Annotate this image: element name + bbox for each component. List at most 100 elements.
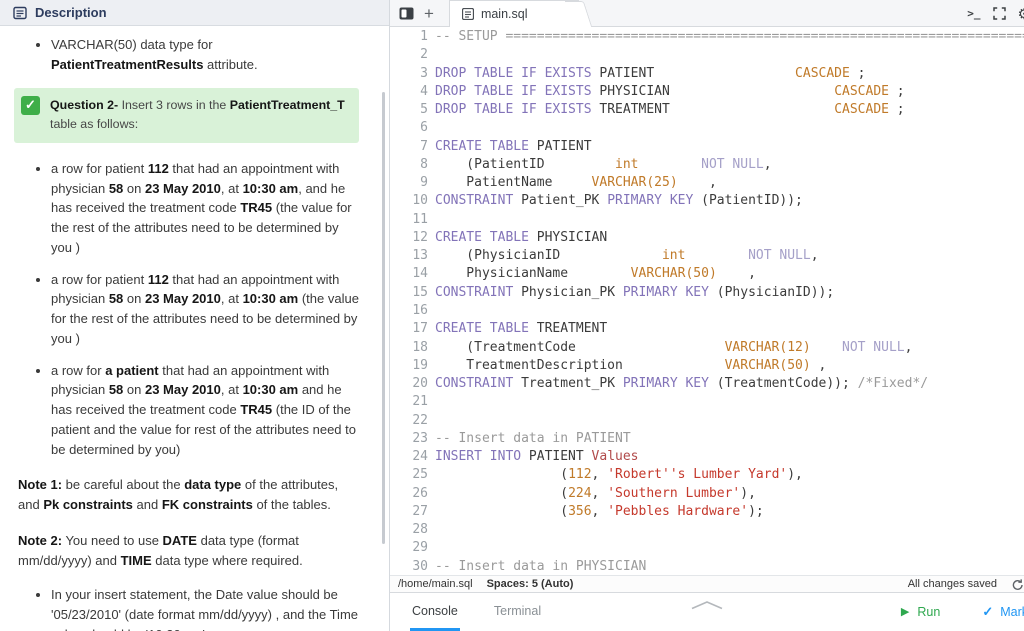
- tab-terminal[interactable]: Terminal: [492, 593, 543, 631]
- code-line[interactable]: 15 CONSTRAINT Physician_PK PRIMARY KEY (P…: [390, 284, 1024, 302]
- editor-status-bar: /home/main.sql Spaces: 5 (Auto) All chan…: [390, 575, 1024, 592]
- code-line[interactable]: 13 (PhysicianID int NOT NULL,: [390, 247, 1024, 265]
- code-line[interactable]: 22: [390, 412, 1024, 430]
- line-number: 17: [412, 321, 428, 337]
- list-item: VARCHAR(50) data type for PatientTreatme…: [51, 35, 359, 75]
- code-line[interactable]: 8 (PatientID int NOT NULL,: [390, 156, 1024, 174]
- question-box: ✓ Question 2- Insert 3 rows in the Patie…: [14, 87, 359, 143]
- tab-console[interactable]: Console: [410, 593, 460, 631]
- save-status: All changes saved: [907, 578, 997, 590]
- code-line[interactable]: 2: [390, 46, 1024, 64]
- line-number: 1: [420, 29, 428, 44]
- new-tab-button[interactable]: +: [424, 5, 434, 22]
- code-line[interactable]: 29: [390, 539, 1024, 557]
- list-item: a row for a patient that had an appointm…: [51, 361, 359, 460]
- code-line[interactable]: 1 -- SETUP ==============================…: [390, 28, 1024, 46]
- code-text: (224, 'Southern Lumber'),: [435, 485, 756, 501]
- code-text: (PhysicianID int NOT NULL,: [435, 248, 819, 264]
- code-text: PatientName VARCHAR(25) ,: [435, 175, 717, 191]
- line-number: 19: [412, 357, 428, 373]
- code-line[interactable]: 17 CREATE TABLE TREATMENT: [390, 320, 1024, 338]
- intro-bullet-list: VARCHAR(50) data type for PatientTreatme…: [18, 35, 359, 75]
- line-number: 22: [412, 412, 428, 428]
- code-text: -- SETUP ===============================…: [435, 29, 1024, 44]
- line-number: 7: [420, 138, 428, 154]
- question-text: Question 2- Insert 3 rows in the Patient…: [50, 97, 345, 131]
- note-2: Note 2: You need to use DATE data type (…: [18, 532, 303, 568]
- description-panel: Description VARCHAR(50) data type for Pa…: [0, 0, 390, 631]
- check-icon: ✓: [982, 604, 994, 619]
- code-line[interactable]: 5 DROP TABLE IF EXISTS TREATMENT CASCADE …: [390, 101, 1024, 119]
- code-text: CONSTRAINT Patient_PK PRIMARY KEY (Patie…: [435, 193, 803, 209]
- code-line[interactable]: 12 CREATE TABLE PHYSICIAN: [390, 229, 1024, 247]
- list-item: a row for patient 112 that had an appoin…: [51, 270, 359, 349]
- code-line[interactable]: 21: [390, 393, 1024, 411]
- note-1: Note 1: be careful about the data type o…: [18, 477, 339, 513]
- line-number: 15: [412, 284, 428, 300]
- line-number: 30: [412, 558, 428, 574]
- code-text: CONSTRAINT Physician_PK PRIMARY KEY (Phy…: [435, 284, 835, 300]
- code-line[interactable]: 18 (TreatmentCode VARCHAR(12) NOT NULL,: [390, 339, 1024, 357]
- code-line[interactable]: 7 CREATE TABLE PATIENT: [390, 138, 1024, 156]
- code-text: CREATE TABLE TREATMENT: [435, 321, 608, 337]
- code-line[interactable]: 26 (224, 'Southern Lumber'),: [390, 485, 1024, 503]
- app-window: Description VARCHAR(50) data type for Pa…: [0, 0, 1024, 631]
- code-line[interactable]: 16: [390, 302, 1024, 320]
- line-number: 26: [412, 485, 428, 501]
- description-title: Description: [35, 5, 107, 20]
- code-line[interactable]: 14 PhysicianName VARCHAR(50) ,: [390, 265, 1024, 283]
- code-text: (TreatmentCode VARCHAR(12) NOT NULL,: [435, 339, 913, 355]
- code-editor[interactable]: 1 -- SETUP ==============================…: [390, 27, 1024, 575]
- file-tree-icon[interactable]: [399, 7, 414, 20]
- code-text: -- Insert data in PATIENT: [435, 430, 631, 446]
- collapse-panel-icon[interactable]: [690, 597, 724, 615]
- code-text: DROP TABLE IF EXISTS PHYSICIAN CASCADE ;: [435, 83, 905, 99]
- tab-main-sql[interactable]: main.sql: [448, 0, 580, 27]
- indent-setting[interactable]: Spaces: 5 (Auto): [487, 578, 574, 590]
- settings-gear-icon[interactable]: ⚙: [1018, 5, 1024, 23]
- play-icon: ▶: [900, 605, 910, 618]
- mark-button[interactable]: ✓ Mark: [982, 593, 1024, 631]
- code-line[interactable]: 19 TreatmentDescription VARCHAR(50) ,: [390, 357, 1024, 375]
- code-line[interactable]: 24 INSERT INTO PATIENT Values: [390, 448, 1024, 466]
- line-number: 11: [412, 211, 428, 227]
- code-line[interactable]: 9 PatientName VARCHAR(25) ,: [390, 174, 1024, 192]
- line-number: 16: [412, 302, 428, 318]
- code-line[interactable]: 30 -- Insert data in PHYSICIAN: [390, 558, 1024, 575]
- description-doc-icon: [13, 6, 27, 20]
- mark-label: Mark: [1000, 605, 1024, 619]
- run-button[interactable]: ▶ Run: [901, 593, 940, 631]
- code-line[interactable]: 10 CONSTRAINT Patient_PK PRIMARY KEY (Pat…: [390, 192, 1024, 210]
- line-number: 9: [420, 175, 428, 191]
- description-body: VARCHAR(50) data type for PatientTreatme…: [0, 26, 389, 631]
- open-terminal-icon[interactable]: >_: [967, 7, 980, 20]
- line-number: 25: [412, 467, 428, 483]
- code-text: (112, 'Robert''s Lumber Yard'),: [435, 467, 803, 483]
- line-number: 6: [420, 120, 428, 136]
- code-line[interactable]: 27 (356, 'Pebbles Hardware');: [390, 503, 1024, 521]
- fullscreen-icon[interactable]: [992, 7, 1006, 20]
- list-item: In your insert statement, the Date value…: [51, 585, 359, 631]
- code-text: TreatmentDescription VARCHAR(50) ,: [435, 357, 827, 373]
- code-text: CONSTRAINT Treatment_PK PRIMARY KEY (Tre…: [435, 376, 929, 392]
- editor-tab-bar: + main.sql >_ ⚙: [390, 0, 1024, 27]
- scrollbar-thumb[interactable]: [382, 92, 385, 544]
- editor-panel: + main.sql >_ ⚙ 1 -- SETUP ==============…: [390, 0, 1024, 631]
- line-number: 23: [412, 430, 428, 446]
- code-line[interactable]: 4 DROP TABLE IF EXISTS PHYSICIAN CASCADE …: [390, 83, 1024, 101]
- line-number: 10: [412, 193, 428, 209]
- code-text: CREATE TABLE PATIENT: [435, 138, 592, 154]
- line-number: 24: [412, 449, 428, 465]
- code-line[interactable]: 20 CONSTRAINT Treatment_PK PRIMARY KEY (T…: [390, 375, 1024, 393]
- code-line[interactable]: 23 -- Insert data in PATIENT: [390, 430, 1024, 448]
- code-line[interactable]: 11: [390, 211, 1024, 229]
- code-line[interactable]: 25 (112, 'Robert''s Lumber Yard'),: [390, 466, 1024, 484]
- code-line[interactable]: 3 DROP TABLE IF EXISTS PATIENT CASCADE ;: [390, 65, 1024, 83]
- code-line[interactable]: 28: [390, 521, 1024, 539]
- line-number: 20: [412, 376, 428, 392]
- line-number: 14: [412, 266, 428, 282]
- description-header[interactable]: Description: [0, 0, 389, 26]
- line-number: 29: [412, 540, 428, 556]
- code-line[interactable]: 6: [390, 119, 1024, 137]
- code-text: PhysicianName VARCHAR(50) ,: [435, 266, 756, 282]
